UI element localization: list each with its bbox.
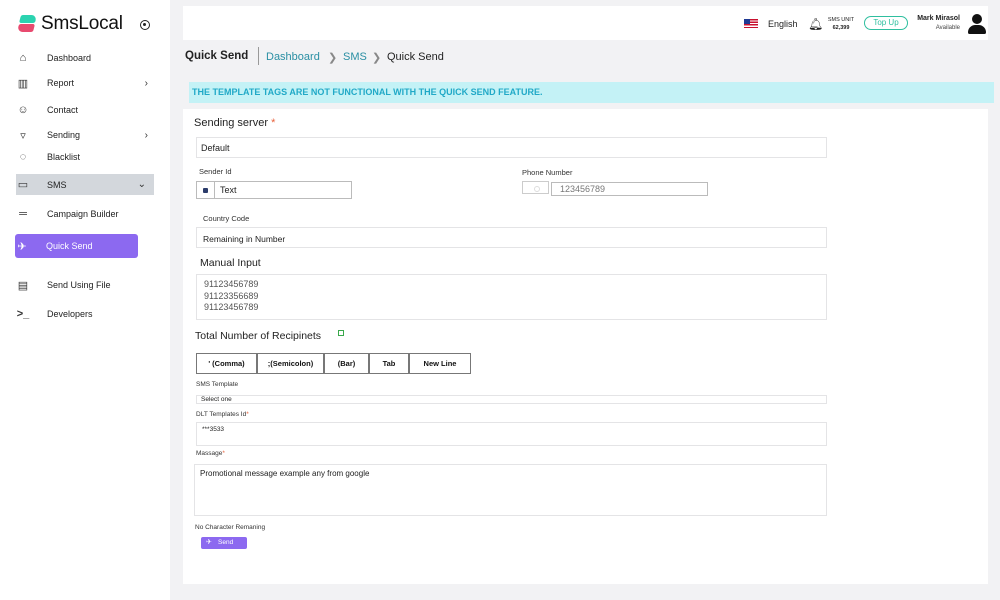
sidebar-item-sms[interactable]: ▭ SMS ⌄	[16, 174, 154, 195]
chevron-right-icon: ❯	[328, 52, 338, 64]
logo-text: SmsLocal	[41, 13, 123, 34]
manual-input-line: 91123456789	[204, 279, 259, 289]
block-icon: ◌	[19, 151, 27, 163]
sidebar-item-label: Campaign Builder	[47, 209, 119, 219]
breadcrumb-current: Quick Send	[387, 51, 444, 63]
sidebar-item-campaign-builder[interactable]: ═ Campaign Builder	[16, 203, 156, 225]
sidebar-item-contact[interactable]: ☺ Contact	[16, 99, 156, 121]
manual-input-line: 91123356689	[204, 290, 259, 301]
dlt-template-label-text: DLT Templates Id	[196, 411, 247, 418]
bell-icon[interactable]: 🔔︎	[808, 17, 823, 31]
sidebar-item-label: Developers	[47, 309, 93, 319]
sms-template-select[interactable]: Select one	[196, 395, 827, 404]
sender-id-field[interactable]: Text	[196, 181, 352, 199]
separator-comma-button[interactable]: ' (Comma)	[196, 353, 257, 374]
sms-unit-label: SMS UNIT	[827, 17, 855, 23]
send-button-label: Send	[218, 539, 234, 546]
campaign-icon: ═	[19, 208, 27, 220]
sidebar-item-report[interactable]: ▥ Report ›	[16, 72, 156, 94]
funnel-icon: ▿	[20, 129, 26, 142]
country-code-label: Country Code	[203, 214, 250, 223]
sending-server-label: Sending server *	[194, 117, 275, 129]
breadcrumb-divider	[258, 47, 259, 65]
sidebar: SmsLocal ⌂ Dashboard ▥ Report › ☺ Contac…	[0, 0, 170, 600]
sender-id-label: Sender Id	[199, 167, 232, 176]
send-button[interactable]: ✈ Send	[201, 537, 247, 549]
sidebar-item-label: Blacklist	[47, 152, 81, 162]
sidebar-item-label: SMS	[47, 179, 67, 190]
sending-server-select[interactable]: Default	[196, 137, 827, 158]
char-remaining-text: No Character Remaning	[195, 524, 266, 531]
bar-chart-icon: ▥	[17, 77, 29, 90]
message-label-text: Massage	[196, 450, 223, 457]
sidebar-item-label: Report	[47, 78, 75, 88]
sidebar-item-label: Sending	[47, 130, 81, 140]
country-code-picker[interactable]	[522, 181, 549, 194]
sidebar-item-blacklist[interactable]: ◌ Blacklist	[16, 146, 156, 168]
dlt-template-input[interactable]: ***3533	[196, 422, 827, 446]
language-selector[interactable]: English	[768, 19, 798, 29]
required-icon: *	[222, 450, 225, 457]
user-name[interactable]: Mark Mirasol	[910, 15, 960, 22]
manual-input-line: 91123456789	[204, 302, 259, 312]
user-status: Available	[935, 25, 960, 31]
logo[interactable]: SmsLocal	[16, 13, 123, 35]
separator-semicolon-button[interactable]: ;(Semicolon)	[257, 353, 324, 374]
message-label: Massage*	[196, 450, 225, 457]
terminal-icon: >_	[16, 308, 30, 320]
sender-type-icon[interactable]	[197, 182, 215, 198]
topup-button[interactable]: Top Up	[864, 16, 908, 30]
sidebar-item-label: Send Using File	[47, 280, 111, 290]
us-flag-icon[interactable]	[744, 19, 758, 28]
chevron-right-icon: ❯	[372, 52, 382, 64]
phone-number-label: Phone Number	[522, 168, 573, 177]
separator-bar-button[interactable]: (Bar)	[324, 353, 369, 374]
sidebar-item-quick-send[interactable]: ✈ Quick Send	[15, 234, 138, 258]
message-textarea[interactable]: Promotional message example any from goo…	[194, 464, 827, 516]
user-icon: ☺	[17, 104, 29, 116]
sidebar-item-developers[interactable]: >_ Developers	[16, 303, 156, 325]
separator-tab-button[interactable]: Tab	[369, 353, 409, 374]
top-bar: English 🔔︎ SMS UNIT 62,399 Top Up Mark M…	[183, 6, 988, 40]
home-icon: ⌂	[19, 52, 27, 64]
sidebar-item-label: Contact	[47, 105, 79, 115]
main-content: English 🔔︎ SMS UNIT 62,399 Top Up Mark M…	[183, 0, 1000, 600]
required-icon: *	[271, 117, 276, 129]
send-icon: ✈	[17, 240, 27, 253]
sidebar-item-dashboard[interactable]: ⌂ Dashboard	[16, 47, 156, 69]
file-icon: ▤	[17, 279, 29, 292]
sidebar-item-label: Quick Send	[46, 241, 93, 251]
sms-unit-value: 62,399	[832, 25, 850, 31]
recipient-count-checkbox[interactable]	[338, 330, 344, 336]
logo-icon	[16, 14, 38, 34]
chevron-right-icon: ›	[144, 77, 148, 89]
message-icon: ▭	[17, 179, 29, 191]
required-icon: *	[246, 411, 249, 418]
sidebar-item-send-using-file[interactable]: ▤ Send Using File	[16, 274, 156, 296]
sidebar-item-label: Dashboard	[47, 53, 92, 63]
phone-number-input[interactable]: 123456789	[551, 182, 708, 196]
separator-newline-button[interactable]: New Line	[409, 353, 471, 374]
sender-id-value: Text	[220, 185, 237, 195]
manual-input-textarea[interactable]: 91123456789 91123356689 91123456789	[196, 274, 827, 320]
total-recipients-label: Total Number of Recipinets	[195, 330, 322, 342]
send-icon: ✈	[206, 539, 212, 546]
dlt-template-label: DLT Templates Id*	[196, 411, 249, 418]
notice-banner: THE TEMPLATE TAGS ARE NOT FUNCTIONAL WIT…	[189, 82, 994, 103]
sending-server-label-text: Sending server	[194, 117, 268, 129]
avatar[interactable]	[967, 14, 987, 34]
chevron-down-icon: ⌄	[137, 179, 146, 190]
country-code-field[interactable]: Remaining in Number	[196, 227, 827, 248]
breadcrumb-dashboard[interactable]: Dashboard	[266, 51, 320, 63]
page-title: Quick Send	[185, 50, 249, 62]
sms-template-label: SMS Template	[196, 381, 239, 388]
breadcrumb-sms[interactable]: SMS	[343, 51, 367, 63]
sms-unit-counter: SMS UNIT 62,399	[824, 16, 858, 32]
target-icon[interactable]	[140, 20, 150, 30]
chevron-right-icon: ›	[144, 129, 148, 141]
sidebar-item-sending[interactable]: ▿ Sending ›	[16, 124, 156, 146]
manual-input-label: Manual Input	[200, 257, 261, 269]
